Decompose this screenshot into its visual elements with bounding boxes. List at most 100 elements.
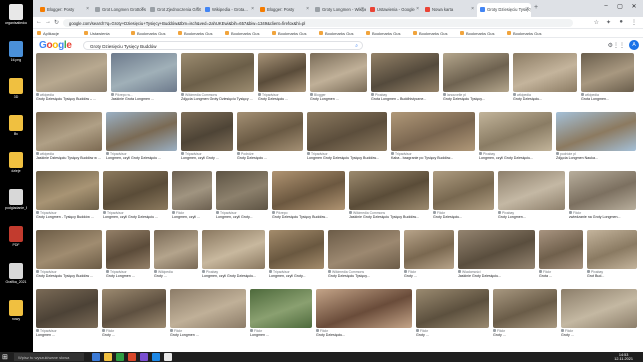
tab-close-icon[interactable]: ×	[86, 6, 89, 12]
result-thumbnail[interactable]	[310, 53, 367, 92]
result-title[interactable]: Groty Dziesięciu Tysięcy Buddów – ...	[36, 97, 107, 102]
taskbar-app-icon[interactable]	[140, 353, 148, 361]
browser-tab[interactable]: Blogger: Posty ×	[257, 3, 311, 17]
image-result[interactable]: Wiadomości Jaskinie Groty Dziesięciu...	[458, 230, 535, 282]
result-title[interactable]: Groty Longmen...	[498, 215, 565, 220]
tab-close-icon[interactable]: ×	[251, 6, 254, 12]
result-thumbnail[interactable]	[569, 171, 636, 210]
result-thumbnail[interactable]	[556, 112, 636, 151]
result-thumbnail[interactable]	[106, 230, 150, 269]
desktop-icon[interactable]: nowy	[5, 300, 27, 321]
result-title[interactable]: Groty ...	[493, 333, 557, 338]
result-title[interactable]: Groty ...	[154, 274, 198, 279]
bookmark-item[interactable]: Bookmarks Gus	[507, 31, 541, 36]
tab-close-icon[interactable]: ×	[141, 6, 144, 12]
image-result[interactable]: Tripadvisor Longmen, czyli Groty...	[216, 171, 268, 223]
bookmark-item[interactable]: Bookmarks Gus	[225, 31, 259, 36]
tab-close-icon[interactable]: ×	[196, 6, 199, 12]
result-title[interactable]: Groty Dziesięciu ...	[258, 97, 306, 102]
result-title[interactable]: Groty Dziesięciu Tysięcy Buddów ...	[36, 274, 102, 279]
browser-tab[interactable]: Groty Dziesięciu Tysięcy Buddów×	[477, 3, 531, 17]
result-title[interactable]: Jaskinie Groty Dziesięciu Tysięcy Buddów…	[349, 215, 429, 220]
browser-tab[interactable]: Nowa karta ×	[422, 3, 476, 17]
tab-close-icon[interactable]: ×	[361, 6, 364, 12]
star-icon[interactable]: ☆	[594, 19, 599, 26]
profile-icon[interactable]: ●	[619, 19, 623, 25]
image-result[interactable]: Podróże Groty Dziesięciu ...	[237, 112, 303, 164]
back-icon[interactable]: ←	[36, 19, 42, 25]
image-result[interactable]: Wikimedia Commons Zdjęcia Longmen Groty D…	[181, 53, 254, 105]
result-title[interactable]: Jaskinie Grota Longmen ...	[111, 97, 177, 102]
bookmark-item[interactable]: Aplikacje	[37, 31, 59, 36]
result-title[interactable]: Groty Dziesięciu...	[513, 97, 577, 102]
result-thumbnail[interactable]	[316, 289, 412, 328]
apps-icon[interactable]: ⋮⋮	[613, 42, 625, 49]
bookmark-item[interactable]: Bookmarks Gus	[131, 31, 165, 36]
result-title[interactable]: Grota Longmen...	[581, 97, 634, 102]
result-title[interactable]: Longmen ...	[36, 333, 98, 338]
result-thumbnail[interactable]	[513, 53, 577, 92]
taskbar-app-icon[interactable]	[152, 353, 160, 361]
image-result[interactable]: Flickr Longmen ...	[250, 289, 312, 341]
tab-close-icon[interactable]: ×	[306, 6, 309, 12]
result-thumbnail[interactable]	[102, 289, 166, 328]
desktop-icon[interactable]: dzieje	[5, 152, 27, 173]
image-result[interactable]: Tripadvisor Longmen, czyli Groty ...	[181, 112, 233, 164]
image-result[interactable]: podróże pl Zdjęcia Longmen Nauka...	[556, 112, 636, 164]
taskbar-app-icon[interactable]	[116, 353, 124, 361]
result-title[interactable]: Kaba - bazgranie po Tysięcy Buddów...	[391, 156, 475, 161]
result-title[interactable]: Zdjęcia Longmen Groty Dziesięciu Tysięcy…	[181, 97, 254, 102]
result-title[interactable]: Longmen, czyli Groty Dziesięciu ...	[106, 156, 177, 161]
image-result[interactable]: Pikrepo w... Jaskinie Grota Longmen ...	[111, 53, 177, 105]
result-thumbnail[interactable]	[416, 289, 489, 328]
result-thumbnail[interactable]	[539, 230, 583, 269]
desktop-icon[interactable]: podgladanie_Broda	[5, 189, 27, 210]
result-title[interactable]: Groty ...	[416, 333, 489, 338]
result-title[interactable]: zwiedzanie na Groty Longmen...	[569, 215, 636, 220]
extensions-icon[interactable]: ✦	[606, 19, 611, 26]
image-result[interactable]: Pixabay Grot Bud...	[587, 230, 637, 282]
image-result[interactable]: Wikimedia Commons Jaskinie Groty Dziesięc…	[349, 171, 429, 223]
browser-tab[interactable]: Groty Longmen - Wikipedia×	[312, 3, 366, 17]
image-result[interactable]: wikipedia Groty Dziesięciu Tysięcy Buddów…	[36, 53, 107, 105]
image-result[interactable]: Tripadvisor Groty Longmen ...	[106, 230, 150, 282]
forward-icon[interactable]: →	[45, 19, 51, 25]
image-result[interactable]: Pikrepo Groty Dziesięciu Tysięcy Buddów..…	[272, 171, 345, 223]
image-result[interactable]: Pixabay Groty Longmen...	[498, 171, 565, 223]
desktop-icon[interactable]: Bv	[5, 115, 27, 136]
desktop-icon[interactable]: organisatiedocs...ture	[5, 4, 27, 25]
maximize-icon[interactable]: ▢	[613, 3, 627, 10]
result-thumbnail[interactable]	[181, 112, 233, 151]
result-title[interactable]: Longmen ...	[250, 333, 312, 338]
result-title[interactable]: Groty Dziesięciu Tysięcy Buddów...	[272, 215, 345, 220]
browser-tab[interactable]: Wikipedia - Grota... ×	[202, 3, 256, 17]
tab-close-icon[interactable]: ×	[471, 6, 474, 12]
result-thumbnail[interactable]	[36, 230, 102, 269]
result-thumbnail[interactable]	[587, 230, 637, 269]
browser-tab[interactable]: Blogger: Posty ×	[37, 3, 91, 17]
image-result[interactable]: Wikimedia Commons Groty Dziesięciu Tysięc…	[328, 230, 400, 282]
desktop-icon[interactable]: Grafika_2021	[5, 263, 27, 284]
result-thumbnail[interactable]	[458, 230, 535, 269]
result-title[interactable]: Longmen Groty Dziesięciu Tysięcy Buddów.…	[307, 156, 387, 161]
google-search-box[interactable]: Groty Dziesięciu Tysięcy Buddów ⌕	[83, 41, 363, 50]
result-title[interactable]: Groty Dziesięciu ...	[237, 156, 303, 161]
result-thumbnail[interactable]	[103, 171, 168, 210]
desktop-icon[interactable]: 3D	[5, 78, 27, 99]
result-thumbnail[interactable]	[181, 53, 254, 92]
bookmark-item[interactable]: Bookmarks Gus	[460, 31, 494, 36]
image-result[interactable]: wikipedia Groty Dziesięciu...	[513, 53, 577, 105]
result-thumbnail[interactable]	[272, 171, 345, 210]
result-title[interactable]: Groty Longmen - Tysięcy Buddów ...	[36, 215, 99, 220]
image-result[interactable]: Tripadvisor Groty Longmen - Tysięcy Buddó…	[36, 171, 99, 223]
image-result[interactable]: Pixabay Longmen, czyli Groty Dziesięciu..…	[479, 112, 552, 164]
close-window-icon[interactable]: ✕	[627, 3, 641, 10]
tab-close-icon[interactable]: ×	[416, 6, 419, 12]
bookmark-item[interactable]: Ustawienia	[84, 31, 110, 36]
result-thumbnail[interactable]	[404, 230, 454, 269]
result-thumbnail[interactable]	[493, 289, 557, 328]
result-thumbnail[interactable]	[349, 171, 429, 210]
result-title[interactable]: Longmen, czyli Groty...	[269, 274, 324, 279]
result-thumbnail[interactable]	[371, 53, 439, 92]
image-result[interactable]: Tripadvisor Longmen ...	[36, 289, 98, 341]
